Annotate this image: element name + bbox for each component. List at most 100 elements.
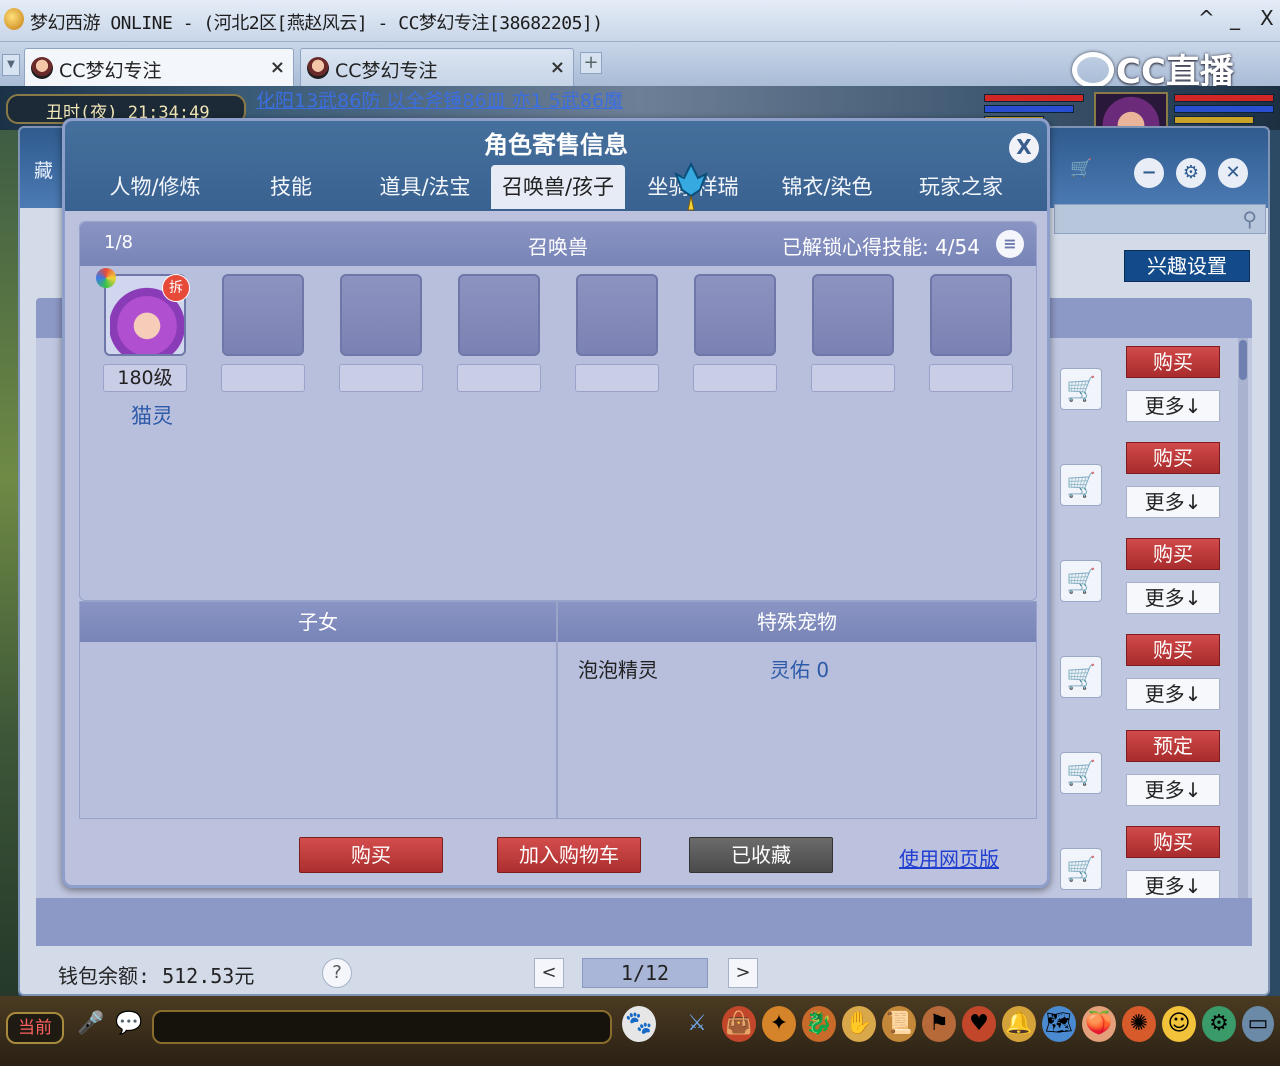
- list-icon[interactable]: ≡: [996, 230, 1024, 258]
- tab-character[interactable]: 人物/修炼: [87, 165, 223, 209]
- add-to-cart-icon[interactable]: 🛒: [1060, 848, 1102, 890]
- bag-icon[interactable]: 👜: [722, 1006, 756, 1042]
- pet-name[interactable]: 猫灵: [102, 400, 202, 430]
- favorited-button[interactable]: 已收藏: [689, 837, 833, 873]
- friend-icon[interactable]: ♥: [962, 1006, 996, 1042]
- chat-channel-button[interactable]: 当前: [6, 1012, 64, 1044]
- special-pets-header: 特殊宠物: [558, 602, 1036, 642]
- tab-outfits[interactable]: 锦衣/染色: [759, 165, 895, 209]
- search-input[interactable]: ⚲: [1054, 204, 1266, 234]
- tab-close-icon[interactable]: ×: [270, 57, 285, 78]
- close-window-button[interactable]: X: [1260, 6, 1274, 30]
- pet-slot-empty[interactable]: [576, 274, 658, 356]
- tab-items[interactable]: 道具/法宝: [357, 165, 493, 209]
- more-button[interactable]: 更多↓: [1126, 774, 1220, 806]
- market-side-label[interactable]: 藏: [34, 156, 53, 183]
- task-icon[interactable]: 📜: [882, 1006, 916, 1042]
- children-special-panel: 子女 特殊宠物 泡泡精灵 灵佑 0: [79, 601, 1037, 819]
- buy-button[interactable]: 购买: [299, 837, 443, 873]
- search-icon[interactable]: ⚲: [1242, 207, 1257, 231]
- pet-page-indicator: 1/8: [104, 232, 133, 253]
- add-to-cart-icon[interactable]: 🛒: [1060, 464, 1102, 506]
- tab-scroll-left-button[interactable]: ▼: [2, 54, 20, 76]
- pet-slot-1[interactable]: 拆: [96, 268, 190, 356]
- system-icon[interactable]: ⚙: [1202, 1006, 1236, 1042]
- tab-label: CC梦幻专注: [335, 60, 438, 82]
- close-market-button[interactable]: ✕: [1218, 158, 1248, 188]
- pet-face-icon[interactable]: 🐾: [622, 1006, 656, 1042]
- add-to-cart-icon[interactable]: 🛒: [1060, 368, 1102, 410]
- sword-icon[interactable]: ⚔: [680, 1006, 714, 1042]
- guild-icon[interactable]: ⚑: [922, 1006, 956, 1042]
- page-indicator[interactable]: 1/12: [582, 958, 708, 988]
- cart-icon[interactable]: 🛒: [1070, 158, 1130, 188]
- tab-label: CC梦幻专注: [59, 60, 162, 82]
- buy-button[interactable]: 购买: [1126, 826, 1220, 858]
- team-icon[interactable]: ✦: [762, 1006, 796, 1042]
- children-header: 子女: [80, 602, 556, 642]
- listing-footer: [36, 898, 1252, 946]
- pet-slot-empty[interactable]: [458, 274, 540, 356]
- more-button[interactable]: 更多↓: [1126, 486, 1220, 518]
- more-button[interactable]: 更多↓: [1126, 390, 1220, 422]
- add-to-cart-icon[interactable]: 🛒: [1060, 560, 1102, 602]
- map-icon[interactable]: 🗺: [1042, 1006, 1076, 1042]
- interest-settings-button[interactable]: 兴趣设置: [1124, 250, 1250, 282]
- buy-button[interactable]: 购买: [1126, 634, 1220, 666]
- chat-input[interactable]: [152, 1010, 612, 1044]
- bell-icon[interactable]: 🔔: [1002, 1006, 1036, 1042]
- pet-slot-empty[interactable]: [222, 274, 304, 356]
- new-tab-button[interactable]: +: [580, 52, 602, 74]
- help-button[interactable]: ?: [322, 958, 352, 988]
- more-button[interactable]: 更多↓: [1126, 678, 1220, 710]
- listing-row: 🛒 购买 更多↓: [1056, 346, 1236, 442]
- pet-slot-label-empty: [929, 364, 1013, 392]
- scrolling-ticker[interactable]: 化阳13武86防 以全斧锤86皿 亦1 5武86魔: [256, 86, 623, 113]
- prev-page-button[interactable]: <: [534, 958, 564, 988]
- rainbow-orb-icon: [96, 268, 116, 288]
- pet-slot-empty[interactable]: [694, 274, 776, 356]
- pet-slot-label-empty: [575, 364, 659, 392]
- smile-icon[interactable]: ☺: [1162, 1006, 1196, 1042]
- cc-logo-icon: [1072, 51, 1114, 88]
- minimize-button[interactable]: _: [1230, 6, 1240, 30]
- pet-panel-header: 召唤兽 1/8 已解锁心得技能: 4/54 ≡: [80, 222, 1036, 266]
- add-to-cart-icon[interactable]: 🛒: [1060, 752, 1102, 794]
- settings-gear-icon[interactable]: ⚙: [1176, 158, 1206, 188]
- add-to-cart-icon[interactable]: 🛒: [1060, 656, 1102, 698]
- minimize-market-button[interactable]: −: [1134, 158, 1164, 188]
- more-button[interactable]: 更多↓: [1126, 582, 1220, 614]
- pet-slot-empty[interactable]: [812, 274, 894, 356]
- chat-bubble-icon[interactable]: 💬: [112, 1006, 146, 1042]
- peach-icon[interactable]: 🍑: [1082, 1006, 1116, 1042]
- panel-divider: [556, 602, 558, 818]
- tab-cc-1[interactable]: CC梦幻专注 ×: [24, 48, 294, 86]
- buy-button[interactable]: 购买: [1126, 442, 1220, 474]
- pet-slot-empty[interactable]: [340, 274, 422, 356]
- dialog-close-button[interactable]: X: [1009, 133, 1039, 163]
- tab-close-icon[interactable]: ×: [550, 57, 565, 78]
- tab-home[interactable]: 玩家之家: [893, 165, 1029, 209]
- skill-icon[interactable]: ✋: [842, 1006, 876, 1042]
- tab-pets[interactable]: 召唤兽/孩子: [491, 165, 625, 209]
- cc-avatar-icon: [31, 57, 53, 79]
- microphone-icon[interactable]: 🎤: [74, 1006, 108, 1042]
- more-button[interactable]: 更多↓: [1126, 870, 1220, 898]
- pet-icon[interactable]: 🐉: [802, 1006, 836, 1042]
- reserve-button[interactable]: 预定: [1126, 730, 1220, 762]
- tab-skills[interactable]: 技能: [223, 165, 359, 209]
- game-logo-icon: [4, 8, 24, 30]
- scrollbar-thumb[interactable]: [1239, 340, 1247, 380]
- add-to-cart-button[interactable]: 加入购物车: [497, 837, 641, 873]
- listing-scrollbar[interactable]: [1238, 338, 1248, 898]
- screen-icon[interactable]: ▭: [1242, 1006, 1274, 1042]
- web-version-link[interactable]: 使用网页版: [899, 843, 999, 872]
- next-page-button[interactable]: >: [728, 958, 758, 988]
- tab-cc-2[interactable]: CC梦幻专注 ×: [300, 48, 574, 86]
- pet-slot-empty[interactable]: [930, 274, 1012, 356]
- buy-button[interactable]: 购买: [1126, 538, 1220, 570]
- pet-slot-label-empty: [339, 364, 423, 392]
- activity-icon[interactable]: ✺: [1122, 1006, 1156, 1042]
- buy-button[interactable]: 购买: [1126, 346, 1220, 378]
- collapse-button[interactable]: ^: [1198, 6, 1215, 30]
